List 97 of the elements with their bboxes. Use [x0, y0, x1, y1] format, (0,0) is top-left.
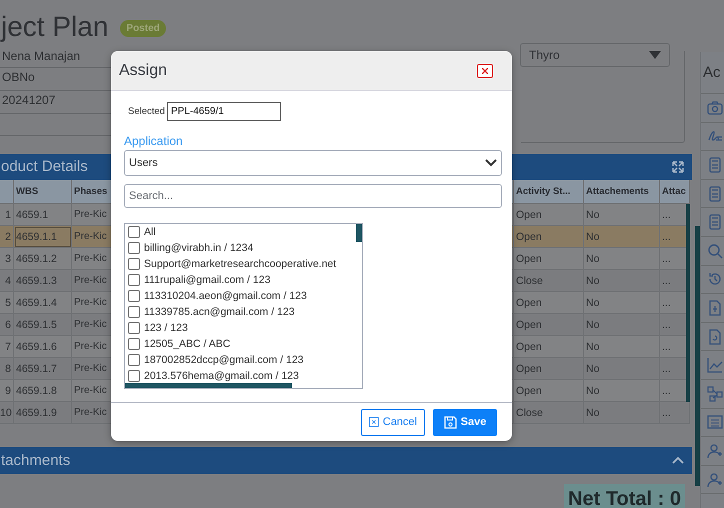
user-plus-icon[interactable]	[707, 472, 723, 488]
table-cell: No	[584, 248, 660, 270]
expand-icon[interactable]	[672, 160, 684, 173]
table-cell: Open	[514, 248, 584, 270]
field-label: Application	[124, 134, 184, 148]
checkbox[interactable]	[128, 354, 140, 366]
caret-icon	[649, 50, 661, 59]
column-header	[0, 180, 14, 204]
panel-title: oduct Details	[0, 158, 88, 176]
row-number: 9	[0, 380, 14, 402]
column-header[interactable]: WBS	[14, 180, 72, 204]
chevron-icon	[485, 159, 497, 167]
application-dropdown[interactable]: Users	[124, 150, 502, 176]
user-option[interactable]: 187002852dccp@gmail.com / 123	[144, 354, 304, 366]
search-icon[interactable]	[707, 242, 723, 259]
table-cell: 4659.1.6	[14, 336, 72, 358]
table-cell: 4659.1.7	[14, 358, 72, 380]
row-number: 7	[0, 336, 14, 358]
table-cell: Close	[514, 402, 584, 424]
nodes-icon[interactable]	[707, 386, 723, 402]
checkbox[interactable]	[128, 274, 140, 286]
table-cell: Open	[514, 314, 584, 336]
row-number: 1	[0, 204, 14, 226]
table-cell: Open	[514, 380, 584, 402]
user-option[interactable]: All	[144, 226, 156, 238]
close-button[interactable]	[477, 64, 493, 78]
column-header[interactable]: Attac	[660, 180, 690, 204]
table-cell: No	[584, 292, 660, 314]
user-option[interactable]: 12505_ABC / ABC	[144, 338, 230, 350]
user-option[interactable]: Support@marketresearchcooperative.net	[144, 258, 336, 270]
table-cell: 4659.1.5	[14, 314, 72, 336]
table-cell: Open	[514, 292, 584, 314]
user-plus-icon[interactable]	[707, 442, 723, 459]
save-button[interactable]: Save	[433, 408, 497, 436]
row-number: 6	[0, 314, 14, 336]
close-icon	[482, 68, 488, 74]
table-cell: No	[584, 226, 660, 248]
table-cell: 4659.1.4	[14, 292, 72, 314]
user-option[interactable]: 123 / 123	[144, 322, 188, 334]
table-cell: 4659.1	[14, 204, 72, 226]
row-number: 3	[0, 248, 14, 270]
table-cell: Close	[514, 270, 584, 292]
table-cell: Open	[514, 226, 584, 248]
checkbox[interactable]	[128, 226, 140, 238]
user-option[interactable]: billing@virabh.in / 1234	[144, 242, 254, 254]
checkbox[interactable]	[128, 242, 140, 254]
table-cell: ...	[660, 402, 690, 424]
table-cell: No	[584, 380, 660, 402]
user-option[interactable]: 11339785.acn@gmail.com / 123	[144, 306, 295, 318]
table-cell: 4659.1.8	[14, 380, 72, 402]
sidebar-title: Ac	[701, 52, 724, 94]
table-cell: Open	[514, 204, 584, 226]
table-cell: No	[584, 314, 660, 336]
status-badge: Posted	[120, 20, 166, 37]
table-cell: 4659.1.3	[14, 270, 72, 292]
table-cell: No	[584, 402, 660, 424]
page-title: ject Plan	[1, 11, 108, 44]
net-total: Net Total : 0	[564, 484, 685, 508]
search-field[interactable]: Search...	[124, 184, 502, 208]
user-option[interactable]: 111rupali@gmail.com / 123	[144, 274, 270, 286]
table-cell: Open	[514, 336, 584, 358]
column-header[interactable]: Attachements	[584, 180, 660, 204]
camera-icon[interactable]	[707, 100, 723, 116]
line-chart-icon[interactable]	[707, 357, 723, 374]
user-option[interactable]: 113310204.aeon@gmail.com / 123	[144, 290, 307, 302]
checkbox[interactable]	[128, 338, 140, 350]
checkbox[interactable]	[128, 322, 140, 334]
cancel-button[interactable]: Cancel	[361, 408, 425, 436]
table-cell: 4659.1.9	[14, 402, 72, 424]
table-cell: No	[584, 204, 660, 226]
scrollbar-thumb[interactable]	[356, 224, 362, 242]
table-cell: No	[584, 336, 660, 358]
file-icon[interactable]	[707, 300, 723, 316]
column-header[interactable]: Activity St...	[514, 180, 584, 204]
chevron-icon[interactable]	[672, 456, 684, 464]
row-number: 2	[0, 226, 14, 248]
checkbox[interactable]	[128, 370, 140, 382]
panel-title: tachments	[0, 452, 70, 469]
row-number: 8	[0, 358, 14, 380]
table-cell: 4659.1.1	[14, 226, 72, 248]
checkbox[interactable]	[128, 306, 140, 318]
row-number: 5	[0, 292, 14, 314]
close-icon	[369, 416, 379, 428]
checkbox[interactable]	[128, 290, 140, 302]
file-icon[interactable]	[707, 328, 723, 345]
table-cell: No	[584, 358, 660, 380]
row-number: 4	[0, 270, 14, 292]
scrollbar-thumb[interactable]	[125, 383, 292, 388]
list-icon[interactable]	[707, 414, 723, 430]
table-cell: Open	[514, 358, 584, 380]
row-number: 10	[0, 402, 14, 424]
selected-field[interactable]: PPL-4659/1	[166, 102, 281, 121]
table-cell: No	[584, 270, 660, 292]
user-option[interactable]: 2013.576hema@gmail.com / 123	[144, 370, 299, 382]
history-icon[interactable]	[707, 271, 723, 288]
checkbox[interactable]	[128, 258, 140, 270]
table-cell: 4659.1.2	[14, 248, 72, 270]
